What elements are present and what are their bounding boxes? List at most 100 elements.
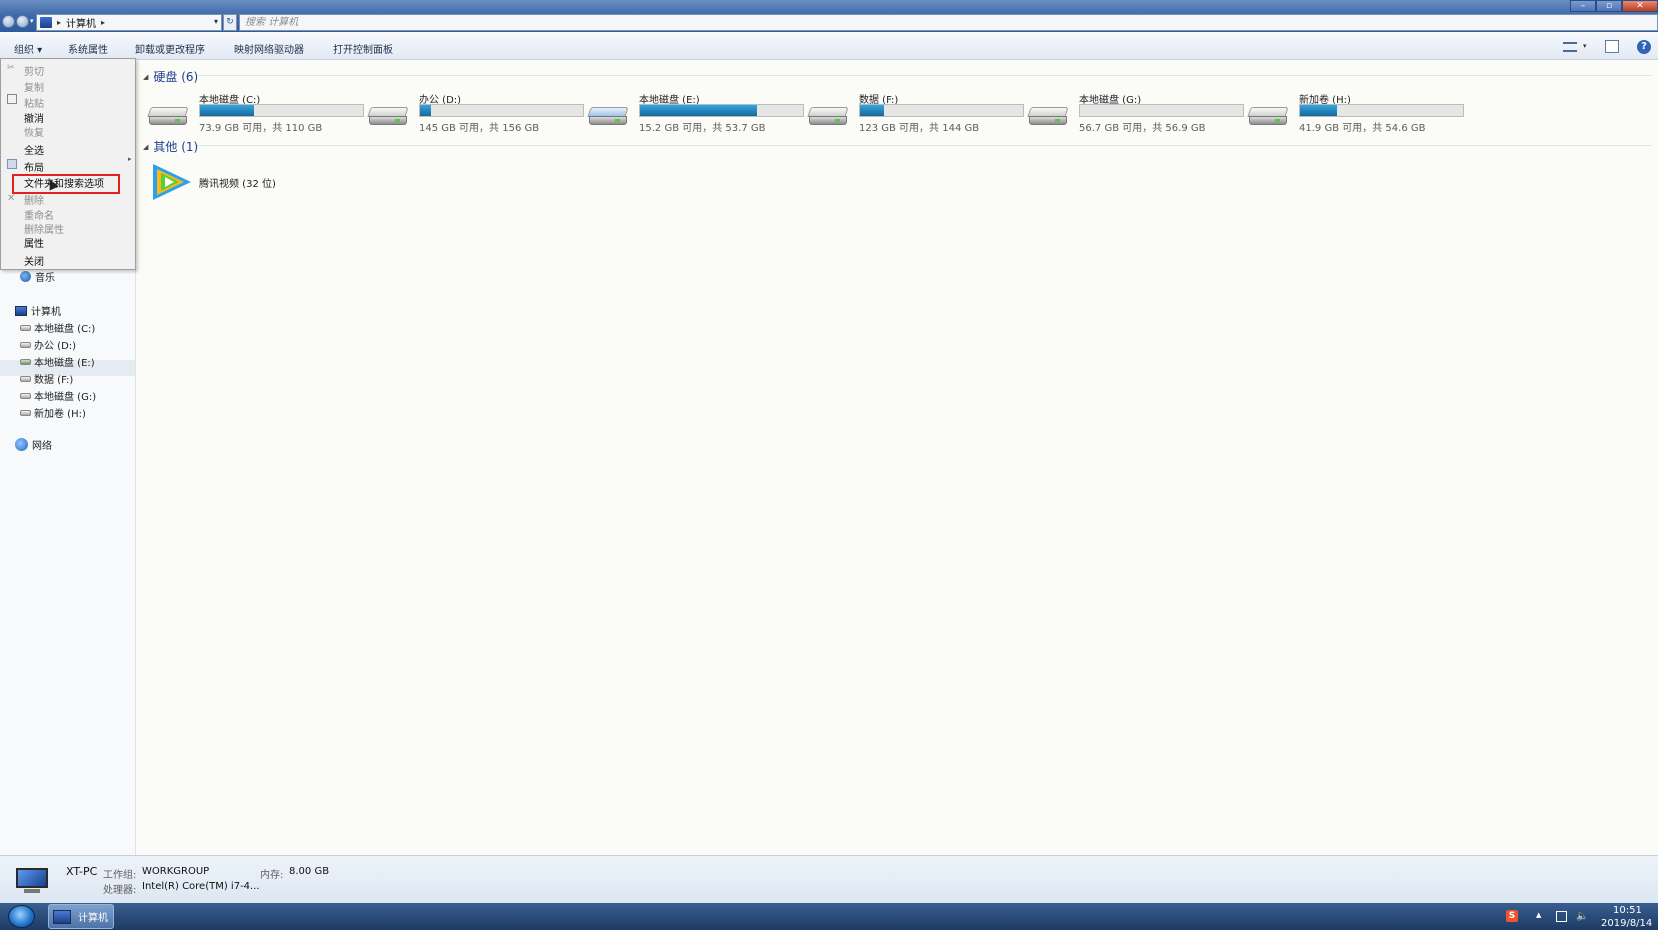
forward-button[interactable] xyxy=(16,15,29,28)
tencent-video-item[interactable]: 腾讯视频 (32 位) xyxy=(151,163,276,201)
taskbar-explorer-button[interactable]: 计算机 xyxy=(48,904,114,929)
menu-item-redo[interactable]: 恢复 xyxy=(24,124,44,139)
action-center-flag-icon[interactable] xyxy=(1556,911,1567,922)
drive-usage-bar xyxy=(639,104,804,117)
hard-drive-icon xyxy=(1247,107,1289,127)
menu-item-delete[interactable]: 删除 xyxy=(24,192,44,207)
sogou-input-icon[interactable]: S xyxy=(1506,910,1518,922)
collapse-chevron-icon[interactable]: ◢ xyxy=(143,73,148,81)
organize-button[interactable]: 组织 ▾ xyxy=(14,41,42,56)
breadcrumb-separator-icon[interactable]: ▸ xyxy=(101,18,105,27)
menu-item-undo[interactable]: 撤消 xyxy=(24,110,44,125)
drive-tile-f[interactable]: 数据 (F:) 123 GB 可用，共 144 GB xyxy=(807,89,1027,134)
drive-free-space: 56.7 GB 可用，共 56.9 GB xyxy=(1079,123,1206,134)
drive-tile-g[interactable]: 本地磁盘 (G:) 56.7 GB 可用，共 56.9 GB xyxy=(1027,89,1247,134)
show-hidden-icons-icon[interactable]: ▲ xyxy=(1536,911,1541,919)
clock-time[interactable]: 10:51 xyxy=(1613,905,1642,916)
menu-item-remove-properties[interactable]: 删除属性 xyxy=(24,221,64,236)
nav-item-drive-d[interactable]: 办公 (D:) xyxy=(20,337,76,352)
group-header-hard-disks[interactable]: ◢ 硬盘 (6) xyxy=(143,68,198,85)
drive-free-space: 145 GB 可用，共 156 GB xyxy=(419,123,540,134)
computer-icon xyxy=(53,909,71,924)
nav-item-label: 新加卷 (H:) xyxy=(34,409,86,420)
open-control-panel-button[interactable]: 打开控制面板 xyxy=(333,41,393,56)
menu-item-rename[interactable]: 重命名 xyxy=(24,207,54,222)
nav-item-label: 网络 xyxy=(32,441,52,452)
address-bar[interactable]: ▸ 计算机 ▸ ▾ xyxy=(36,14,222,31)
menu-item-layout[interactable]: 布局 xyxy=(24,159,44,174)
drive-usage-bar xyxy=(1299,104,1464,117)
system-drive-icon xyxy=(20,358,31,365)
drive-tile-d[interactable]: 办公 (D:) 145 GB 可用，共 156 GB xyxy=(367,89,587,134)
group-title: 其他 (1) xyxy=(153,140,199,154)
hard-drive-icon xyxy=(367,107,409,127)
search-input[interactable]: 搜索 计算机 xyxy=(239,14,1658,31)
drive-tile-h[interactable]: 新加卷 (H:) 41.9 GB 可用，共 54.6 GB xyxy=(1247,89,1467,134)
drive-icon xyxy=(20,409,31,416)
nav-item-network[interactable]: 网络 xyxy=(15,437,52,452)
organize-menu: ✂ 剪切 复制 粘贴 撤消 恢复 全选 布局 ▸ 文件夹和搜索选项 ✕ 删除 重… xyxy=(0,58,136,270)
refresh-button[interactable]: ↻ xyxy=(223,14,237,31)
map-network-drive-button[interactable]: 映射网络驱动器 xyxy=(234,41,304,56)
drive-icon xyxy=(20,324,31,331)
drive-tile-e[interactable]: 本地磁盘 (E:) 15.2 GB 可用，共 53.7 GB xyxy=(587,89,807,134)
nav-item-label: 计算机 xyxy=(31,307,61,318)
network-icon xyxy=(15,438,28,451)
back-button[interactable] xyxy=(2,15,15,28)
nav-item-drive-h[interactable]: 新加卷 (H:) xyxy=(20,405,86,420)
nav-item-label: 本地磁盘 (E:) xyxy=(34,358,95,369)
computer-icon xyxy=(40,17,52,28)
memory-label: 内存: xyxy=(260,870,284,881)
minimize-button[interactable]: – xyxy=(1570,0,1596,12)
change-view-icon[interactable] xyxy=(1563,42,1577,52)
hard-drive-icon xyxy=(807,107,849,127)
nav-item-drive-e[interactable]: 本地磁盘 (E:) xyxy=(20,354,95,369)
processor-value: Intel(R) Core(TM) i7-4... xyxy=(142,881,260,892)
drive-usage-bar xyxy=(199,104,364,117)
memory-value: 8.00 GB xyxy=(289,866,330,877)
highlight-box xyxy=(12,174,120,194)
group-header-other[interactable]: ◢ 其他 (1) xyxy=(143,138,198,155)
group-divider xyxy=(197,75,1652,76)
maximize-button[interactable]: ▫ xyxy=(1596,0,1622,12)
music-icon xyxy=(20,271,31,282)
item-label: 腾讯视频 (32 位) xyxy=(199,178,276,190)
hard-drive-icon xyxy=(147,107,189,127)
close-button[interactable]: ✕ xyxy=(1622,0,1658,12)
drive-tile-c[interactable]: 本地磁盘 (C:) 73.9 GB 可用，共 110 GB xyxy=(147,89,367,134)
menu-item-properties[interactable]: 属性 xyxy=(24,235,44,250)
group-title: 硬盘 (6) xyxy=(153,70,199,84)
breadcrumb-separator-icon[interactable]: ▸ xyxy=(57,18,61,27)
drive-icon xyxy=(20,375,31,382)
nav-item-label: 本地磁盘 (G:) xyxy=(34,392,97,403)
menu-item-copy[interactable]: 复制 xyxy=(24,79,44,94)
nav-item-label: 数据 (F:) xyxy=(34,375,74,386)
menu-item-select-all[interactable]: 全选 xyxy=(24,142,44,157)
drive-free-space: 73.9 GB 可用，共 110 GB xyxy=(199,123,323,134)
nav-item-computer[interactable]: 计算机 xyxy=(15,303,61,318)
tencent-video-icon xyxy=(151,163,193,201)
nav-item-drive-g[interactable]: 本地磁盘 (G:) xyxy=(20,388,96,403)
breadcrumb-computer[interactable]: 计算机 xyxy=(66,15,96,30)
volume-icon[interactable]: 🔈 xyxy=(1576,911,1588,922)
nav-item-drive-c[interactable]: 本地磁盘 (C:) xyxy=(20,320,95,335)
uninstall-program-button[interactable]: 卸载或更改程序 xyxy=(135,41,205,56)
workgroup-value: WORKGROUP xyxy=(142,866,210,877)
nav-item-music[interactable]: 音乐 xyxy=(20,269,55,284)
preview-pane-icon[interactable] xyxy=(1605,40,1619,53)
menu-item-close[interactable]: 关闭 xyxy=(24,253,44,268)
collapse-chevron-icon[interactable]: ◢ xyxy=(143,143,148,151)
menu-item-paste[interactable]: 粘贴 xyxy=(24,95,44,110)
help-icon[interactable]: ? xyxy=(1637,40,1651,54)
system-drive-icon xyxy=(587,107,629,127)
hard-drive-icon xyxy=(1027,107,1069,127)
address-dropdown-icon[interactable]: ▾ xyxy=(214,17,218,26)
nav-item-drive-f[interactable]: 数据 (F:) xyxy=(20,371,73,386)
clock-date[interactable]: 2019/8/14 xyxy=(1601,918,1652,929)
menu-item-cut[interactable]: 剪切 xyxy=(24,63,44,78)
start-button[interactable] xyxy=(8,905,35,928)
system-properties-button[interactable]: 系统属性 xyxy=(68,41,108,56)
drive-free-space: 15.2 GB 可用，共 53.7 GB xyxy=(639,123,766,134)
view-dropdown-icon[interactable]: ▾ xyxy=(1583,42,1587,50)
drive-usage-bar xyxy=(859,104,1024,117)
